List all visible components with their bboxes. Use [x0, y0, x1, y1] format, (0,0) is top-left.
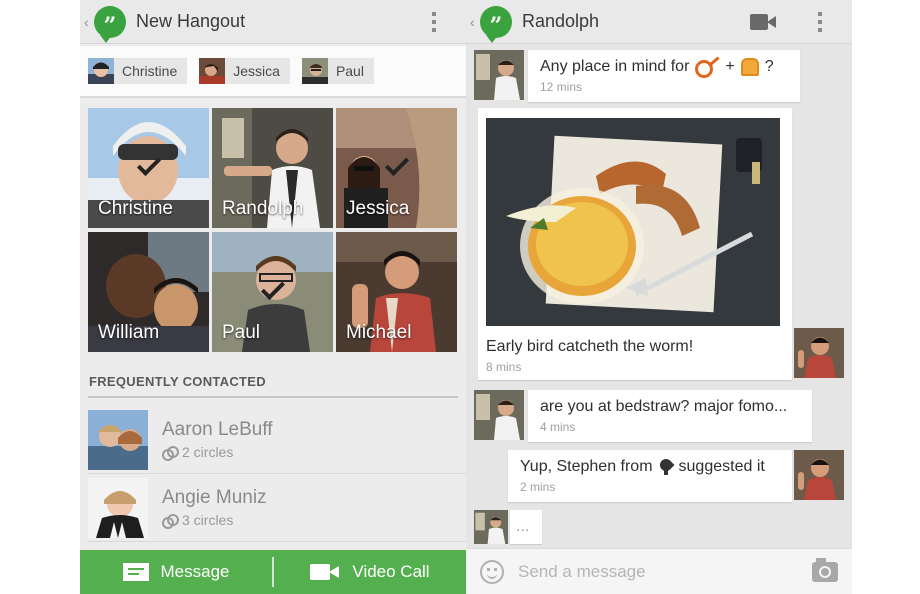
message-body-suffix: suggested it — [678, 458, 765, 475]
chip-label: Christine — [122, 63, 178, 79]
tile-name: Michael — [346, 322, 412, 343]
avatar — [301, 58, 328, 84]
section-divider — [88, 396, 458, 398]
recipient-chip[interactable]: Christine — [88, 58, 188, 84]
avatar — [474, 390, 524, 440]
contact-photo — [88, 477, 148, 538]
message-text: Yup, Stephen from suggested it — [520, 458, 780, 476]
hangouts-logo-icon[interactable]: ” — [94, 5, 126, 43]
contact-name: Aaron LeBuff — [162, 419, 273, 440]
contact-tile-michael[interactable]: Michael — [336, 232, 457, 352]
contact-tile-paul[interactable]: Paul — [212, 232, 333, 352]
message-text: Any place in mind for + ? — [540, 58, 788, 78]
avatar — [474, 50, 524, 100]
video-call-icon[interactable] — [750, 13, 780, 30]
message-button[interactable]: Message — [80, 550, 272, 594]
section-title: FREQUENTLY CONTACTED — [89, 374, 266, 389]
frying-pan-icon — [695, 58, 719, 78]
message-bubble: are you at bedstraw? major fomo... 4 min… — [528, 390, 812, 442]
message-composer — [466, 548, 852, 594]
back-caret-icon[interactable]: ‹ — [470, 14, 480, 30]
circles-count: 2 circles — [182, 444, 234, 460]
message-time: 12 mins — [540, 80, 583, 94]
contact-tile-randolph[interactable]: Randolph — [212, 108, 333, 228]
typing-dots: ... — [516, 518, 530, 535]
recipient-chips: Christine Jessica Paul — [80, 46, 466, 98]
tile-name: Paul — [222, 322, 261, 343]
hangouts-logo-icon[interactable]: ” — [480, 5, 512, 43]
contact-name: Angie Muniz — [162, 487, 267, 508]
spade-icon — [659, 459, 673, 475]
message-body: Yup, Stephen from — [520, 458, 653, 475]
tile-name: Randolph — [222, 198, 304, 219]
avatar — [794, 450, 844, 500]
new-hangout-screen: ‹ ” New Hangout Christine Jessica Paul C… — [80, 0, 466, 594]
photo-message[interactable]: Early bird catcheth the worm! 8 mins — [478, 108, 792, 380]
message-bubble: Any place in mind for + ? 12 mins — [528, 50, 800, 102]
tile-name: Jessica — [346, 198, 410, 219]
contact-tile-jessica[interactable]: Jessica — [336, 108, 457, 228]
conversation-title: Randolph — [522, 11, 600, 31]
shared-photo — [486, 118, 780, 326]
message-button-label: Message — [160, 562, 230, 581]
circles-count: 3 circles — [182, 512, 234, 528]
avatar — [199, 58, 226, 84]
action-buttons-bar: Message Video Call — [80, 550, 466, 594]
avatar — [474, 510, 508, 544]
question-mark: ? — [764, 58, 774, 75]
message-bubble: Yup, Stephen from suggested it 2 mins — [508, 450, 792, 502]
contact-circles: 2 circles — [162, 444, 273, 461]
typing-indicator: ... — [510, 510, 542, 544]
chip-label: Jessica — [233, 63, 280, 79]
tile-name: William — [98, 322, 160, 343]
message-icon — [122, 563, 149, 581]
plus-sign: + — [725, 58, 735, 75]
contact-row[interactable]: Angie Muniz 3 circles — [88, 474, 466, 542]
avatar — [794, 328, 844, 378]
video-call-button[interactable]: Video Call — [274, 550, 466, 594]
message-time: 4 mins — [540, 420, 576, 434]
chip-label: Paul — [335, 63, 364, 79]
toast-icon — [740, 58, 759, 76]
contact-photo — [88, 409, 148, 470]
contact-photo-grid: Christine Randolph Jessica William Paul … — [88, 108, 458, 352]
circles-icon — [162, 446, 179, 461]
emoji-icon[interactable] — [480, 559, 504, 584]
message-input[interactable] — [518, 561, 812, 582]
overflow-menu-icon[interactable] — [810, 11, 830, 32]
page-title: New Hangout — [136, 11, 246, 31]
message-time: 8 mins — [486, 360, 522, 374]
message-text: are you at bedstraw? major fomo... — [540, 398, 788, 415]
action-bar: ‹ ” New Hangout — [80, 0, 466, 44]
recipient-chip[interactable]: Paul — [301, 58, 374, 84]
conversation-screen: ‹ ” Randolph Any place in mind for + ? 1… — [466, 0, 852, 594]
circles-icon — [162, 514, 179, 529]
message-body: Any place in mind for — [540, 58, 690, 75]
message-time: 2 mins — [520, 480, 556, 494]
avatar — [88, 58, 114, 84]
contact-tile-christine[interactable]: Christine — [88, 108, 209, 228]
recipient-chip[interactable]: Jessica — [199, 58, 290, 84]
photo-caption: Early bird catcheth the worm! — [486, 338, 694, 355]
back-caret-icon[interactable]: ‹ — [84, 14, 94, 30]
video-call-button-label: Video Call — [352, 562, 430, 581]
contact-tile-william[interactable]: William — [88, 232, 209, 352]
tile-name: Christine — [98, 198, 173, 219]
action-bar: ‹ ” Randolph — [466, 0, 852, 44]
camera-icon[interactable] — [812, 557, 838, 582]
contact-circles: 3 circles — [162, 512, 267, 529]
video-camera-icon — [310, 564, 340, 580]
contact-row[interactable]: Aaron LeBuff 2 circles — [88, 406, 466, 474]
overflow-menu-icon[interactable] — [424, 11, 444, 32]
